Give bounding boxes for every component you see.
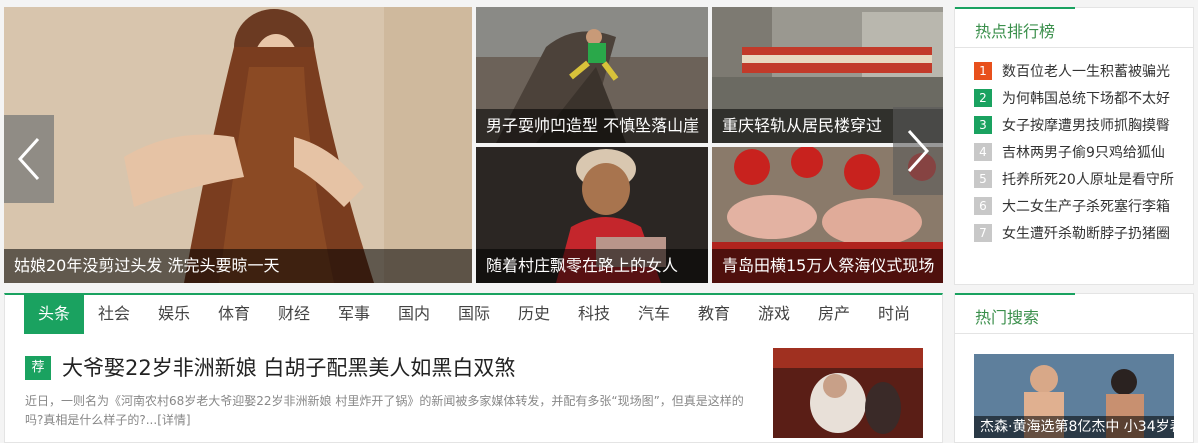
rank-item[interactable]: 6 大二女生产子杀死塞行李箱 — [974, 196, 1174, 216]
hot-rank-header: 热点排行榜 — [955, 7, 1193, 48]
slider-tile-caption[interactable]: 随着村庄飘零在路上的女人 — [476, 249, 708, 283]
article-summary: 近日，一则名为《河南农村68岁老大爷迎娶22岁非洲新娘 村里炸开了锅》的新闻被多… — [25, 392, 745, 430]
tab-1[interactable]: 社会 — [84, 294, 144, 334]
slider-main-image[interactable]: 姑娘20年没剪过头发 洗完头要晾一天 — [4, 7, 472, 283]
old-man-photo — [773, 348, 923, 438]
recommend-badge: 荐 — [25, 356, 51, 380]
rank-number: 7 — [974, 224, 992, 242]
tab-10[interactable]: 汽车 — [624, 294, 684, 334]
chevron-left-icon — [17, 137, 40, 181]
header-accent-bar — [955, 293, 1075, 295]
article-thumbnail[interactable] — [773, 348, 923, 438]
rank-number: 4 — [974, 143, 992, 161]
tab-4[interactable]: 财经 — [264, 294, 324, 334]
slider-prev-button[interactable] — [4, 115, 54, 203]
slider-tile-caption[interactable]: 青岛田横15万人祭海仪式现场 — [712, 249, 943, 283]
rank-text[interactable]: 女生遭歼杀勒断脖子扔猪圈 — [1002, 223, 1170, 243]
hot-search-title: 热门搜索 — [975, 308, 1040, 327]
hot-search-image[interactable]: 杰森·黄海选第8亿杰中 小34岁表 — [974, 354, 1174, 438]
rank-number: 2 — [974, 89, 992, 107]
tab-12[interactable]: 游戏 — [744, 294, 804, 334]
rank-text[interactable]: 吉林两男子偷9只鸡给狐仙 — [1002, 142, 1165, 162]
rank-number: 1 — [974, 62, 992, 80]
woman-long-hair-photo — [4, 7, 472, 283]
slider-tile-caption[interactable]: 男子耍帅凹造型 不慎坠落山崖 — [476, 109, 708, 143]
tab-5[interactable]: 军事 — [324, 294, 384, 334]
article-title[interactable]: 大爷娶22岁非洲新娘 白胡子配黑美人如黑白双煞 — [62, 352, 515, 382]
header-accent-bar — [955, 7, 1075, 9]
slider-tile-cliff[interactable]: 男子耍帅凹造型 不慎坠落山崖 — [476, 7, 708, 143]
rank-item[interactable]: 3 女子按摩遭男技师抓胸摸臀 — [974, 115, 1174, 135]
rank-text[interactable]: 大二女生产子杀死塞行李箱 — [1002, 196, 1170, 216]
hot-rank-title: 热点排行榜 — [975, 22, 1056, 41]
slider-main-caption[interactable]: 姑娘20年没剪过头发 洗完头要晾一天 — [4, 249, 472, 283]
hot-search-header: 热门搜索 — [955, 293, 1193, 334]
rank-text[interactable]: 托养所死20人原址是看守所 — [1002, 169, 1174, 189]
rank-item[interactable]: 1 数百位老人一生积蓄被骗光 — [974, 61, 1174, 81]
rank-number: 5 — [974, 170, 992, 188]
slider-tile-woman[interactable]: 随着村庄飘零在路上的女人 — [476, 147, 708, 283]
article-detail-link[interactable]: [详情] — [157, 413, 190, 427]
rank-item[interactable]: 2 为何韩国总统下场都不太好 — [974, 88, 1174, 108]
tab-9[interactable]: 科技 — [564, 294, 624, 334]
chevron-right-icon — [907, 129, 930, 173]
rank-number: 6 — [974, 197, 992, 215]
rank-number: 3 — [974, 116, 992, 134]
tab-6[interactable]: 国内 — [384, 294, 444, 334]
rank-text[interactable]: 数百位老人一生积蓄被骗光 — [1002, 61, 1170, 81]
rank-text[interactable]: 为何韩国总统下场都不太好 — [1002, 88, 1170, 108]
tab-14[interactable]: 时尚 — [864, 294, 924, 334]
category-tabs: 头条 社会 娱乐 体育 财经 军事 国内 国际 历史 科技 汽车 教育 游戏 房产 时尚 — [24, 294, 924, 334]
hot-search-caption[interactable]: 杰森·黄海选第8亿杰中 小34岁表 — [974, 416, 1174, 438]
rank-text[interactable]: 女子按摩遭男技师抓胸摸臀 — [1002, 115, 1170, 135]
tab-11[interactable]: 教育 — [684, 294, 744, 334]
slider-next-button[interactable] — [893, 107, 943, 195]
tab-8[interactable]: 历史 — [504, 294, 564, 334]
tab-7[interactable]: 国际 — [444, 294, 504, 334]
article-summary-line1: 近日，一则名为《河南农村68岁老大爷迎娶22岁非洲新娘 村里炸开了锅》的新闻被多… — [25, 394, 744, 408]
rank-item[interactable]: 5 托养所死20人原址是看守所 — [974, 169, 1174, 189]
tab-3[interactable]: 体育 — [204, 294, 264, 334]
tab-2[interactable]: 娱乐 — [144, 294, 204, 334]
rank-item[interactable]: 4 吉林两男子偷9只鸡给狐仙 — [974, 142, 1174, 162]
tab-13[interactable]: 房产 — [804, 294, 864, 334]
rank-item[interactable]: 7 女生遭歼杀勒断脖子扔猪圈 — [974, 223, 1174, 243]
article-summary-line2: 吗?真相是什么样子的?... — [25, 413, 158, 427]
tab-0[interactable]: 头条 — [24, 294, 84, 334]
